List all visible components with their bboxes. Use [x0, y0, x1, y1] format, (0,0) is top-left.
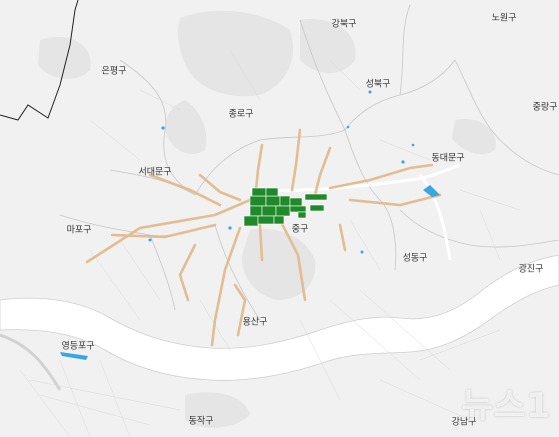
- district-label-junggu: 중구: [291, 224, 309, 235]
- district-label-yongsan: 용산구: [242, 317, 268, 328]
- district-label-dongdaemun: 동대문구: [431, 153, 465, 164]
- map[interactable]: 강북구 노원구 은평구 성북구 중랑구 종로구 동대문구 서대문구 마포구 중구…: [0, 0, 559, 437]
- district-label-dongjak: 동작구: [188, 416, 214, 427]
- district-label-jongno: 종로구: [228, 109, 254, 120]
- district-label-nowon: 노원구: [491, 13, 517, 24]
- news1-watermark: 뉴스1: [461, 386, 551, 426]
- anyangcheon: [0, 333, 62, 391]
- district-label-seongdong: 성동구: [402, 253, 428, 264]
- district-label-seodaemun: 서대문구: [138, 167, 172, 178]
- district-label-gangbuk: 강북구: [331, 19, 357, 30]
- map-canvas: [0, 0, 559, 437]
- district-label-yeongdeungpo: 영등포구: [61, 341, 95, 352]
- district-label-eunpyeong: 은평구: [101, 66, 127, 77]
- district-label-gwangjin: 광진구: [518, 264, 544, 275]
- district-label-jungnang: 중랑구: [532, 102, 558, 113]
- district-label-seongbuk: 성북구: [365, 79, 391, 90]
- district-label-mapo: 마포구: [66, 225, 92, 236]
- jungnangcheon: [418, 174, 452, 261]
